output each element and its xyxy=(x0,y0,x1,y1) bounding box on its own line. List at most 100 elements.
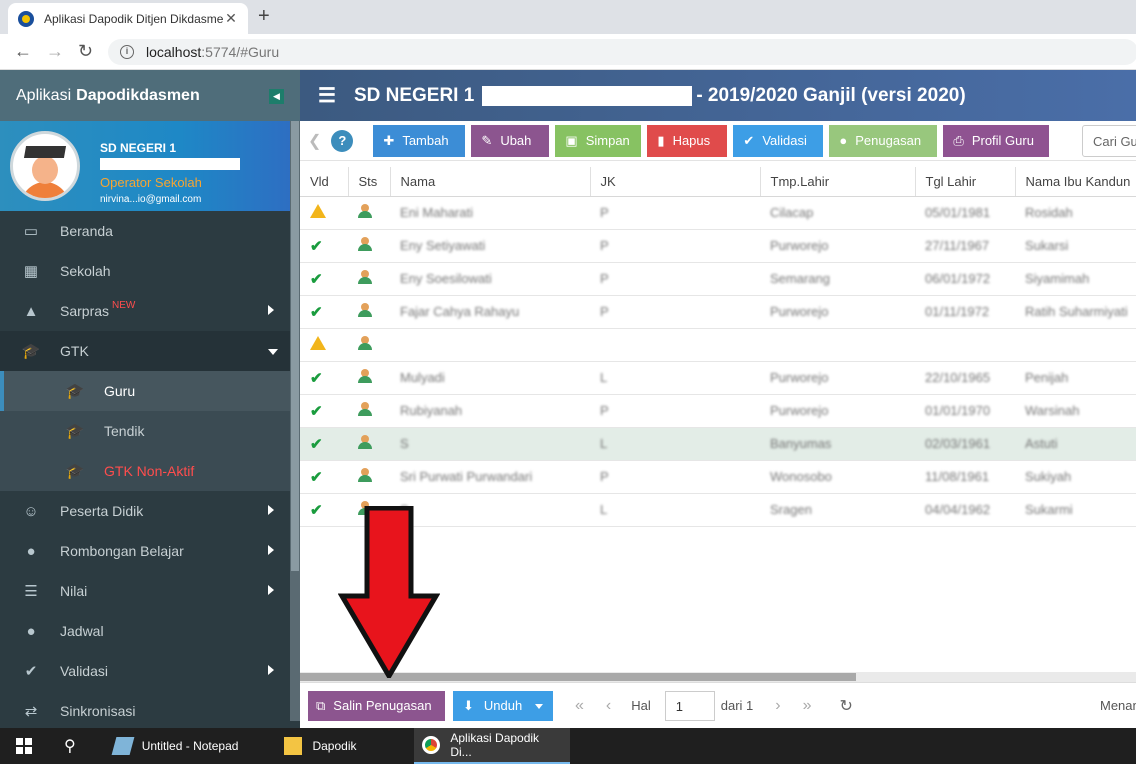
column-header-nama[interactable]: Nama xyxy=(390,167,591,197)
simpan-button[interactable]: ▣ Simpan xyxy=(555,124,642,157)
sidebar-item-sekolah[interactable]: ▦ Sekolah xyxy=(0,251,300,291)
cell-tgl-lahir: 06/01/1972 xyxy=(925,271,991,286)
url-input[interactable]: i localhost :5774/#Guru xyxy=(108,39,1136,65)
hamburger-menu-icon[interactable]: ☰ xyxy=(318,83,336,108)
info-icon[interactable]: i xyxy=(120,45,134,59)
table-row[interactable]: ✔ Rubiyanah P Purworejo 01/01/1970 Warsinah xyxy=(300,394,1136,428)
button-label: Salin Penugasan xyxy=(333,698,432,713)
table-row[interactable]: ✔ Mulyadi L Purworejo 22/10/1965 Penijah xyxy=(300,361,1136,395)
sidebar-item-label: Sinkronisasi xyxy=(60,703,136,719)
column-header-vld[interactable]: Vld xyxy=(300,167,349,197)
exchange-icon: ⇄ xyxy=(24,703,38,720)
sidebar-item-gtk-non-aktif[interactable]: 🎓 GTK Non-Aktif xyxy=(0,451,300,491)
sidebar-item-nilai[interactable]: ☰ Nilai xyxy=(0,571,300,611)
penugasan-button[interactable]: ● Penugasan xyxy=(829,124,938,157)
cell-tgl-lahir: 27/11/1967 xyxy=(925,238,990,253)
search-icon[interactable]: ⚲ xyxy=(64,736,76,756)
sidebar-item-sarpras[interactable]: ▲ Sarpras NEW xyxy=(0,291,300,331)
check-icon: ✔ xyxy=(310,369,323,387)
sidebar-item-label: Beranda xyxy=(60,223,113,239)
validasi-button[interactable]: ✔ Validasi xyxy=(733,124,824,157)
profile-email: nirvina...io@gmail.com xyxy=(100,194,202,205)
taskbar-item-dapodik[interactable]: Dapodik xyxy=(276,728,364,764)
next-page-icon[interactable]: › xyxy=(775,697,780,715)
last-page-icon[interactable]: » xyxy=(803,697,812,715)
column-header-sts[interactable]: Sts xyxy=(348,167,391,197)
profile-school: SD NEGERI 1 xyxy=(100,141,177,155)
sidebar-item-beranda[interactable]: ▭ Beranda xyxy=(0,211,300,251)
refresh-icon[interactable]: ↻ xyxy=(840,696,853,716)
new-badge: NEW xyxy=(112,299,136,311)
table-row[interactable]: ✔ Fajar Cahya Rahayu P Purworejo 01/11/1972 R… xyxy=(300,295,1136,329)
sidebar-item-peserta-didik[interactable]: ☺ Peserta Didik xyxy=(0,491,300,531)
cell-nama: S xyxy=(400,436,409,451)
cell-tgl-lahir: 01/11/1972 xyxy=(925,304,990,319)
windows-start-icon[interactable] xyxy=(16,738,32,754)
cell-jk: P xyxy=(600,304,609,319)
taskbar-item-notepad[interactable]: Untitled - Notepad xyxy=(106,728,247,764)
search-input[interactable]: Cari Gu xyxy=(1082,125,1136,157)
cell-tmp-lahir: Purworejo xyxy=(770,304,829,319)
ubah-button[interactable]: ✎ Ubah xyxy=(471,124,550,157)
tambah-button[interactable]: ✚ Tambah xyxy=(373,124,466,157)
table-row[interactable] xyxy=(300,328,1136,362)
sidebar-item-sinkronisasi[interactable]: ⇄ Sinkronisasi xyxy=(0,691,300,728)
cell-tmp-lahir: Purworejo xyxy=(770,238,829,253)
cell-nama-ibu: Sukarmi xyxy=(1025,502,1073,517)
profile-role: Operator Sekolah xyxy=(100,175,202,190)
browser-tab[interactable]: Aplikasi Dapodik Ditjen Dikdasmen ✕ xyxy=(8,3,248,34)
column-header-tgl-lahir[interactable]: Tgl Lahir xyxy=(915,167,1016,197)
check-icon: ✔ xyxy=(310,435,323,453)
graduation-cap-icon: 🎓 xyxy=(65,383,85,400)
sidebar-item-tendik[interactable]: 🎓 Tendik xyxy=(0,411,300,451)
first-page-icon[interactable]: « xyxy=(575,697,584,715)
sidebar-item-label: GTK Non-Aktif xyxy=(104,463,195,479)
table-row[interactable]: Eni Maharati P Cilacap 05/01/1981 Rosidah xyxy=(300,196,1136,230)
table-row[interactable]: ✔ Sri Purwati Purwandari P Wonosobo 11/08/19… xyxy=(300,460,1136,494)
sidebar-item-guru[interactable]: 🎓 Guru xyxy=(0,371,300,411)
sidebar-item-rombongan-belajar[interactable]: ● Rombongan Belajar xyxy=(0,531,300,571)
page-label: Hal xyxy=(631,698,651,713)
new-tab-button[interactable]: + xyxy=(258,5,270,28)
cell-tgl-lahir: 01/01/1970 xyxy=(925,403,991,418)
sidebar-item-gtk[interactable]: 🎓 GTK xyxy=(0,331,300,371)
users-icon: ● xyxy=(26,622,36,640)
page-number-input[interactable]: 1 xyxy=(664,690,715,721)
profil-guru-button[interactable]: ⎙ Profil Guru xyxy=(943,124,1050,157)
help-button[interactable]: ? xyxy=(331,129,354,152)
pencil-icon: ✎ xyxy=(481,132,493,148)
plus-icon: ✚ xyxy=(383,132,395,148)
column-header-jk[interactable]: JK xyxy=(590,167,761,197)
chevron-right-icon xyxy=(268,545,274,555)
page-total: dari 1 xyxy=(720,698,754,713)
reload-icon[interactable]: ↻ xyxy=(78,41,93,62)
column-header-tmp-lahir[interactable]: Tmp.Lahir xyxy=(760,167,916,197)
chrome-icon xyxy=(422,736,441,754)
table-row[interactable]: ✔ Eny Setiyawati P Purworejo 27/11/1967 Sukar… xyxy=(300,229,1136,263)
sidebar-item-validasi[interactable]: ✔ Validasi xyxy=(0,651,300,691)
sidebar-scrollbar[interactable] xyxy=(290,121,300,721)
back-arrow-icon[interactable]: ← xyxy=(14,41,32,62)
salin-penugasan-button[interactable]: ⧉ Salin Penugasan xyxy=(308,690,445,721)
teacher-status-icon xyxy=(358,237,372,251)
sidebar-scroll-thumb[interactable] xyxy=(291,121,299,571)
table-row[interactable]: ✔ Eny Soesilowati P Semarang 06/01/1972 Siyam… xyxy=(300,262,1136,296)
prev-page-icon[interactable]: ‹ xyxy=(606,697,611,715)
cell-nama-ibu: Siyamimah xyxy=(1025,271,1090,286)
windows-taskbar: ⚲ Untitled - Notepad Dapodik Aplikasi Da… xyxy=(0,728,1136,764)
hapus-button[interactable]: ▮ Hapus xyxy=(647,124,728,157)
chevron-left-icon[interactable]: ❮ xyxy=(308,131,321,151)
cell-nama: Fajar Cahya Rahayu xyxy=(400,304,520,319)
tab-close-icon[interactable]: ✕ xyxy=(224,10,238,27)
column-header-nama-ibu[interactable]: Nama Ibu Kandun xyxy=(1015,167,1136,197)
teacher-status-icon xyxy=(358,435,372,449)
forward-arrow-icon[interactable]: → xyxy=(46,41,64,62)
table-row[interactable]: ✔ S L Banyumas 02/03/1961 Astuti xyxy=(300,427,1136,461)
taskbar-item-chrome[interactable]: Aplikasi Dapodik Di... xyxy=(414,728,571,764)
cell-nama-ibu: Warsinah xyxy=(1025,403,1080,418)
chevron-right-icon xyxy=(268,305,274,315)
app-title-prefix: Aplikasi xyxy=(16,86,72,104)
sidebar-item-jadwal[interactable]: ● Jadwal xyxy=(0,611,300,651)
unduh-button[interactable]: ⬇ Unduh xyxy=(453,690,553,721)
sidebar-toggle-icon[interactable]: ◀ xyxy=(269,89,284,104)
